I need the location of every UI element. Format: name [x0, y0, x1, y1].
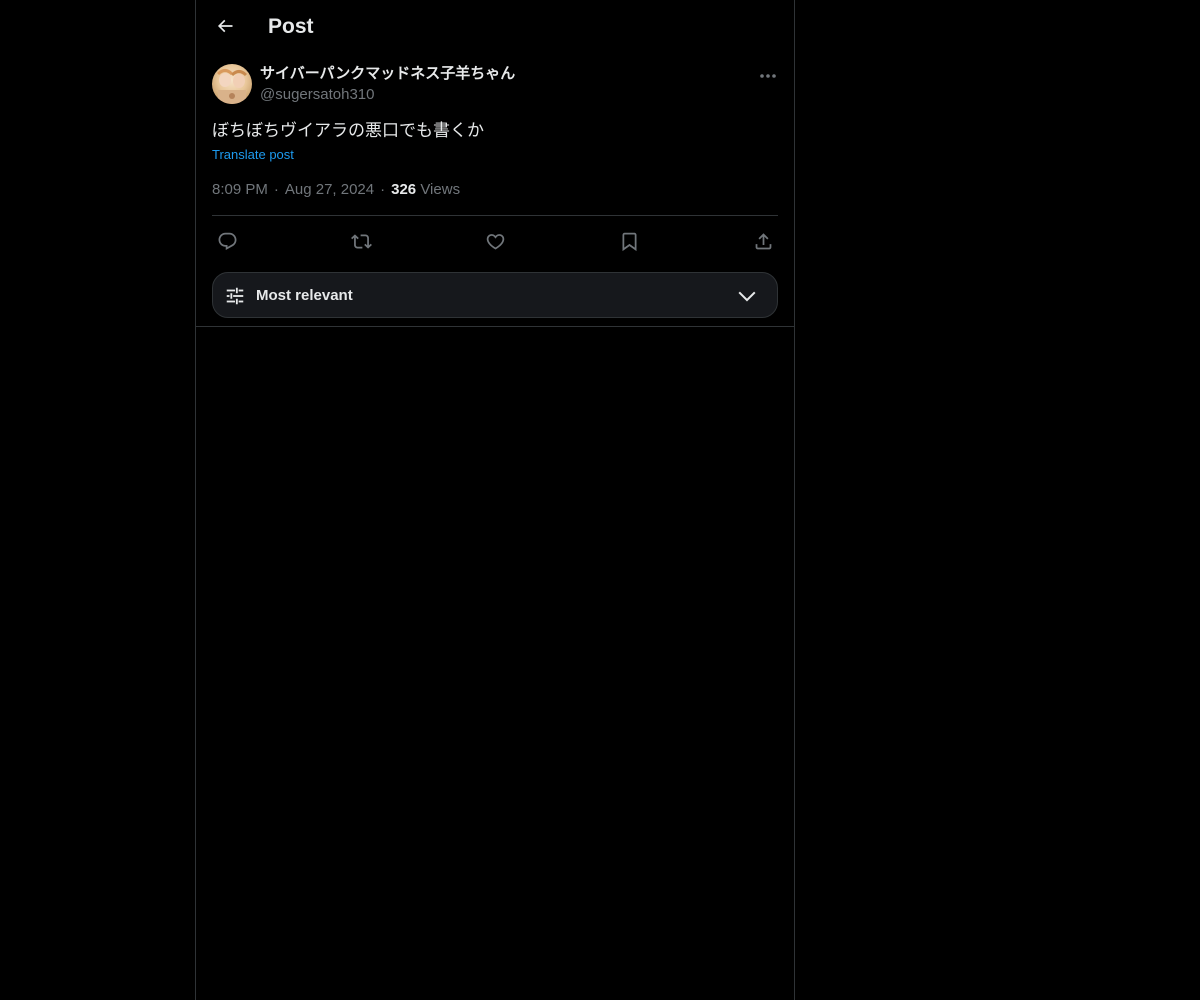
header: Post	[196, 0, 794, 53]
reply-button[interactable]	[213, 227, 241, 255]
avatar[interactable]	[212, 64, 252, 104]
post-detail-column: Post サイバーパンクマッドネス子羊ちゃん @sugersatoh310 ぼち…	[195, 0, 795, 1000]
arrow-left-icon	[217, 19, 233, 33]
author-display-name[interactable]: サイバーパンクマッドネス子羊ちゃん	[260, 64, 515, 84]
like-icon	[486, 233, 504, 250]
share-icon	[755, 232, 771, 249]
reply-icon	[218, 232, 236, 250]
translate-post-link[interactable]: Translate post	[212, 146, 294, 164]
sort-label: Most relevant	[256, 287, 353, 304]
bookmark-button[interactable]	[615, 227, 643, 255]
chevron-down-icon	[738, 291, 756, 302]
separator: ·	[273, 181, 279, 198]
retweet-icon	[350, 233, 372, 249]
more-icon	[760, 74, 776, 78]
like-button[interactable]	[481, 227, 509, 255]
post-text: ぼちぼちヴイアラの悪口でも書くか	[212, 121, 484, 140]
divider	[212, 215, 778, 216]
bookmark-icon	[622, 232, 636, 251]
post-meta: 8:09 PM · Aug 27, 2024 · 326 Views	[212, 180, 460, 200]
retweet-button[interactable]	[347, 227, 375, 255]
page-title: Post	[268, 15, 314, 38]
back-button[interactable]	[208, 9, 242, 43]
share-button[interactable]	[749, 227, 777, 255]
post-date[interactable]: Aug 27, 2024	[285, 181, 374, 198]
views-count: 326	[391, 181, 417, 198]
author-handle[interactable]: @sugersatoh310	[260, 85, 374, 105]
sliders-icon	[226, 287, 244, 305]
sort-replies-dropdown[interactable]: Most relevant	[212, 272, 778, 318]
divider	[196, 326, 794, 327]
more-options-button[interactable]	[756, 66, 780, 86]
views-label: Views	[420, 181, 461, 198]
post-time[interactable]: 8:09 PM	[212, 181, 268, 198]
separator: ·	[380, 181, 386, 198]
